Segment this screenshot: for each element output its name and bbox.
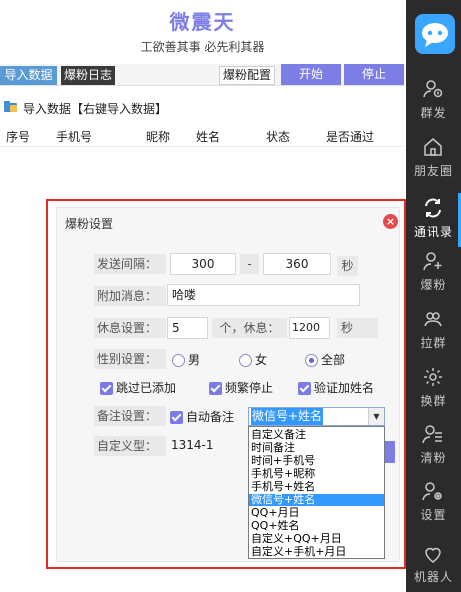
column-header[interactable]: 序号 [6, 128, 30, 145]
rest-unit: 秒 [337, 318, 378, 338]
sidebar-item-group-send[interactable]: 群发 [406, 70, 461, 132]
chevron-down-icon[interactable]: ▼ [368, 408, 384, 425]
dropdown-option[interactable]: 时间备注 [249, 442, 384, 454]
gender-male-radio[interactable]: 男 [172, 351, 200, 369]
checkbox-label: 自动备注 [186, 410, 235, 424]
interval-max-input[interactable]: 360 [263, 253, 331, 275]
table-header: 序号 手机号 昵称 姓名 状态 是否通过 [0, 121, 405, 147]
remark-type-select[interactable]: 微信号+姓名 ▼ [248, 407, 385, 426]
import-folder-icon [4, 101, 17, 112]
sidebar-item-label: 换群 [420, 394, 447, 408]
app-logo [415, 14, 455, 54]
checkbox-checked-icon [209, 382, 222, 395]
checkbox-label: 频繁停止 [225, 381, 274, 395]
verify-name-checkbox[interactable]: 验证加姓名 [298, 379, 374, 397]
radio-label: 男 [188, 353, 201, 367]
dropdown-option-selected[interactable]: 微信号+姓名 [249, 494, 384, 506]
interval-separator: - [240, 254, 259, 274]
sidebar-item-label: 设置 [420, 508, 447, 522]
tab-import-data[interactable]: 导入数据 [0, 66, 57, 85]
message-input[interactable]: 哈喽 [167, 284, 360, 306]
moments-icon [424, 138, 442, 156]
dialog-confirm-button-edge[interactable] [384, 441, 395, 463]
dialog-title: 爆粉设置 [65, 217, 114, 231]
auto-remark-checkbox[interactable]: 自动备注 [170, 408, 234, 426]
column-header[interactable]: 手机号 [56, 128, 92, 145]
interval-unit: 秒 [337, 256, 358, 276]
remark-label: 备注设置： [94, 406, 166, 426]
frequent-stop-checkbox[interactable]: 频繁停止 [209, 379, 273, 397]
sidebar-item-label: 清粉 [420, 451, 447, 465]
column-header[interactable]: 昵称 [146, 128, 170, 145]
radio-off-icon [239, 354, 252, 367]
skip-added-checkbox[interactable]: 跳过已添加 [100, 379, 176, 397]
sidebar-item-label: 爆粉 [420, 278, 447, 292]
sidebar-item-label: 群发 [420, 106, 447, 120]
dropdown-option[interactable]: 自定义备注 [249, 429, 384, 441]
clean-fans-icon [422, 425, 442, 444]
settings-icon [422, 482, 442, 501]
toolbar: 导入数据 爆粉日志 爆粉配置 开始 停止 [0, 64, 405, 86]
interval-min-input[interactable]: 300 [170, 253, 236, 275]
custom-input[interactable]: 1314-1 [167, 435, 249, 457]
sidebar-item-pull-group[interactable]: 拉群 [406, 300, 461, 362]
config-button[interactable]: 爆粉配置 [219, 66, 275, 85]
rest-seconds-input[interactable]: 1200 [289, 317, 330, 339]
radio-label: 女 [255, 353, 268, 367]
gender-female-radio[interactable]: 女 [239, 351, 267, 369]
checkbox-label: 跳过已添加 [116, 381, 177, 395]
close-icon[interactable]: × [383, 214, 398, 229]
dropdown-option[interactable]: QQ+姓名 [249, 520, 384, 532]
chat-logo-icon [422, 23, 448, 47]
tab-fans-log[interactable]: 爆粉日志 [61, 66, 115, 85]
radio-label: 全部 [321, 353, 346, 367]
dropdown-option[interactable]: QQ+月日 [249, 507, 384, 519]
stop-button[interactable]: 停止 [344, 64, 404, 85]
sidebar-item-label: 机器人 [413, 570, 453, 584]
checkbox-checked-icon [100, 382, 113, 395]
pull-group-icon [424, 312, 442, 327]
start-button[interactable]: 开始 [281, 64, 341, 85]
sidebar-item-label: 通讯录 [413, 225, 453, 239]
contacts-sync-icon [425, 198, 441, 218]
sidebar-item-label: 拉群 [420, 336, 447, 350]
sidebar-item-clean-fans[interactable]: 清粉 [406, 415, 461, 477]
app-subtitle: 工欲善其事 必先利其器 [140, 40, 265, 54]
column-header[interactable]: 姓名 [196, 128, 220, 145]
sidebar-item-add-fans[interactable]: 爆粉 [406, 242, 461, 304]
sidebar-item-label: 朋友圈 [413, 164, 453, 178]
app-title: 微震天 [169, 10, 236, 34]
import-section-title: 导入数据【右键导入数据】 [23, 102, 168, 116]
sidebar-item-switch-group[interactable]: 换群 [406, 358, 461, 420]
sidebar-item-robot[interactable]: 机器人 [406, 534, 461, 592]
dropdown-option[interactable]: 手机号+昵称 [249, 468, 384, 480]
dropdown-option[interactable]: 时间+手机号 [249, 455, 384, 467]
checkbox-checked-icon [170, 411, 183, 424]
remark-type-dropdown: 自定义备注 时间备注 时间+手机号 手机号+昵称 手机号+姓名 微信号+姓名 Q… [248, 426, 385, 559]
column-header[interactable]: 状态 [266, 128, 290, 145]
column-header[interactable]: 是否通过 [326, 128, 374, 145]
rest-mid-label: 个，休息： [212, 318, 287, 338]
radio-on-icon [305, 354, 318, 367]
checkbox-checked-icon [298, 382, 311, 395]
checkbox-label: 验证加姓名 [314, 381, 375, 395]
radio-off-icon [172, 354, 185, 367]
rest-count-input[interactable]: 5 [167, 317, 208, 339]
message-label: 附加消息： [94, 286, 166, 306]
switch-group-icon [424, 368, 442, 386]
custom-label: 自定义型： [94, 436, 166, 456]
dropdown-option[interactable]: 自定义+QQ+月日 [249, 533, 384, 545]
robot-icon [425, 547, 441, 563]
remark-type-value: 微信号+姓名 [251, 408, 324, 425]
gender-all-radio[interactable]: 全部 [305, 351, 345, 369]
add-fans-icon [423, 252, 442, 271]
rest-label: 休息设置： [94, 318, 166, 338]
sidebar-item-moments[interactable]: 朋友圈 [406, 128, 461, 190]
interval-label: 发送间隔： [94, 254, 166, 274]
dropdown-option[interactable]: 手机号+姓名 [249, 481, 384, 493]
sidebar-item-settings[interactable]: 设置 [406, 472, 461, 534]
dropdown-option[interactable]: 自定义+手机+月日 [249, 546, 384, 558]
group-send-icon [423, 80, 443, 98]
gender-label: 性别设置： [94, 349, 166, 369]
